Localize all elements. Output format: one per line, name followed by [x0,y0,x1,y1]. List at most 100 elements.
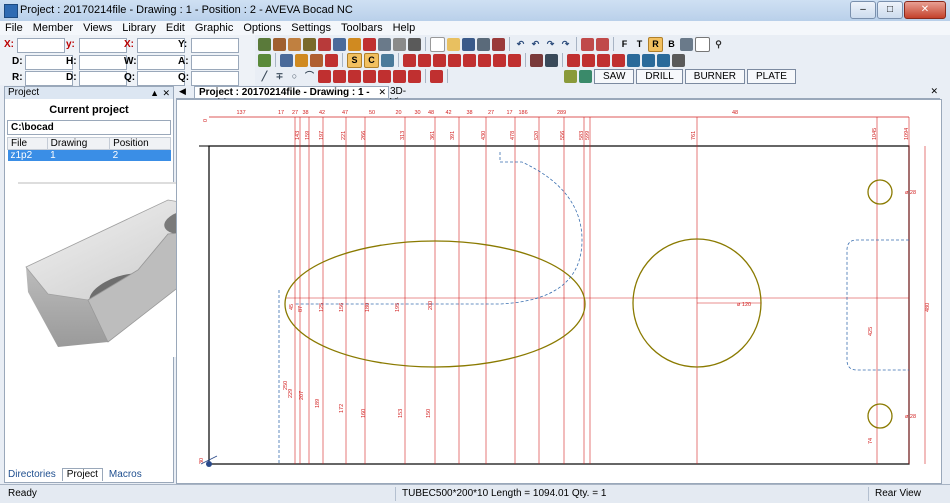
view-front-button[interactable]: F [618,38,631,51]
target-icon[interactable] [567,53,580,67]
plate-icon[interactable] [288,37,301,51]
trim-icon[interactable] [508,53,521,67]
table-cell[interactable]: z1p2 [7,149,48,161]
menu-views[interactable]: Views [78,21,117,35]
beam-icon[interactable] [273,37,286,51]
redo-icon[interactable]: ↷ [544,38,557,51]
coord-input[interactable] [191,55,239,70]
mirror-icon[interactable] [418,53,431,67]
paste-icon[interactable] [596,37,609,51]
profile-icon[interactable] [303,37,316,51]
column-header[interactable]: Drawing [46,137,111,150]
menu-help[interactable]: Help [388,21,421,35]
maximize-button[interactable]: □ [877,1,903,19]
menu-settings[interactable]: Settings [286,21,336,35]
grid-array-icon[interactable] [493,53,506,67]
circle-icon[interactable]: ○ [288,70,301,83]
chamfer-icon[interactable] [378,69,391,83]
array-icon[interactable] [478,53,491,67]
move-icon[interactable] [433,53,446,67]
snap-c-button[interactable]: C [364,52,379,68]
plate-button[interactable]: PLATE [747,68,796,84]
measure-icon[interactable] [325,53,338,67]
table-icon[interactable] [627,53,640,67]
menu-edit[interactable]: Edit [161,21,190,35]
tab-project[interactable]: Project [61,468,103,481]
report-icon[interactable] [657,53,670,67]
minimize-button[interactable]: – [850,1,876,19]
fillet-icon[interactable] [463,53,476,67]
cut-mark-icon[interactable] [408,69,421,83]
menu-member[interactable]: Member [28,21,78,35]
menu-file[interactable]: File [0,21,28,35]
export-icon[interactable] [492,37,505,51]
copy-icon[interactable] [408,37,421,51]
arc-icon[interactable] [448,53,461,67]
diamond-icon[interactable] [363,37,376,51]
view-3d-icon[interactable] [680,37,693,51]
hatch-icon[interactable] [333,69,346,83]
hole-icon[interactable] [582,53,595,67]
contour-icon[interactable] [612,53,625,67]
arc-draw-icon[interactable]: ⌒ [303,70,316,83]
close-button[interactable]: ✕ [904,1,946,19]
close-panel-icon[interactable]: ✕ [162,87,170,99]
tab-drawing[interactable]: Project : 20170214file - Drawing : 1 - P… [194,86,389,109]
rotate-icon[interactable] [393,37,406,51]
cut-icon[interactable] [318,37,331,51]
window-icon[interactable] [545,53,558,67]
folder-icon[interactable] [378,37,391,51]
snap-s-button[interactable]: S [347,52,362,68]
menu-graphic[interactable]: Graphic [190,21,239,35]
table-cell[interactable]: 2 [109,149,171,161]
member-icon[interactable] [258,37,271,51]
view-bottom-button[interactable]: B [665,38,678,51]
tab-3d-view[interactable]: 3D-View [386,86,428,108]
eraser-icon[interactable] [310,53,323,67]
line-icon[interactable]: ╱ [258,70,271,83]
burner-button[interactable]: BURNER [684,68,746,84]
edge-icon[interactable] [348,69,361,83]
text-icon[interactable] [672,53,685,67]
view-rear-button[interactable]: R [648,36,663,52]
redo-all-icon[interactable]: ↷ [559,38,572,51]
coord-input[interactable] [79,38,127,53]
nc-icon[interactable] [430,69,443,83]
angle-icon[interactable] [363,69,376,83]
layer-icon[interactable] [258,53,271,67]
grid-icon[interactable] [333,37,346,51]
menu-library[interactable]: Library [117,21,161,35]
drill-button[interactable]: DRILL [636,68,683,84]
zoom-icon[interactable]: ⚲ [712,38,725,51]
menu-options[interactable]: Options [238,21,286,35]
table-row[interactable]: z1p2 1 2 [7,149,171,161]
list-icon[interactable] [642,53,655,67]
marking-icon[interactable] [393,69,406,83]
coord-input[interactable] [191,71,239,86]
tab-macros[interactable]: Macros [105,469,146,481]
zoom-window-icon[interactable] [695,36,710,52]
saw-button[interactable]: SAW [594,68,635,84]
slot-icon[interactable] [597,53,610,67]
undo-all-icon[interactable]: ↶ [529,38,542,51]
coord-input[interactable] [79,55,127,70]
coord-input[interactable] [17,38,65,53]
tool-icon[interactable] [579,69,592,83]
process-icon[interactable] [564,69,577,83]
column-header[interactable]: File [7,137,48,150]
polyline-icon[interactable]: ∓ [273,70,286,83]
print-icon[interactable] [477,37,490,51]
pencil-icon[interactable] [295,53,308,67]
block-icon[interactable] [530,53,543,67]
table-cell[interactable]: 1 [47,149,110,161]
save-icon[interactable] [462,37,475,51]
close-document-icon[interactable]: ✕ [930,86,938,97]
bevel-icon[interactable] [318,69,331,83]
clipboard-icon[interactable] [581,37,594,51]
coord-input[interactable] [79,71,127,86]
close-tab-icon[interactable]: ✕ [378,87,386,98]
undo-icon[interactable]: ↶ [514,38,527,51]
snap-grid-icon[interactable] [381,53,394,67]
column-header[interactable]: Position [109,137,171,150]
pin-icon[interactable]: ▲ [150,87,159,99]
